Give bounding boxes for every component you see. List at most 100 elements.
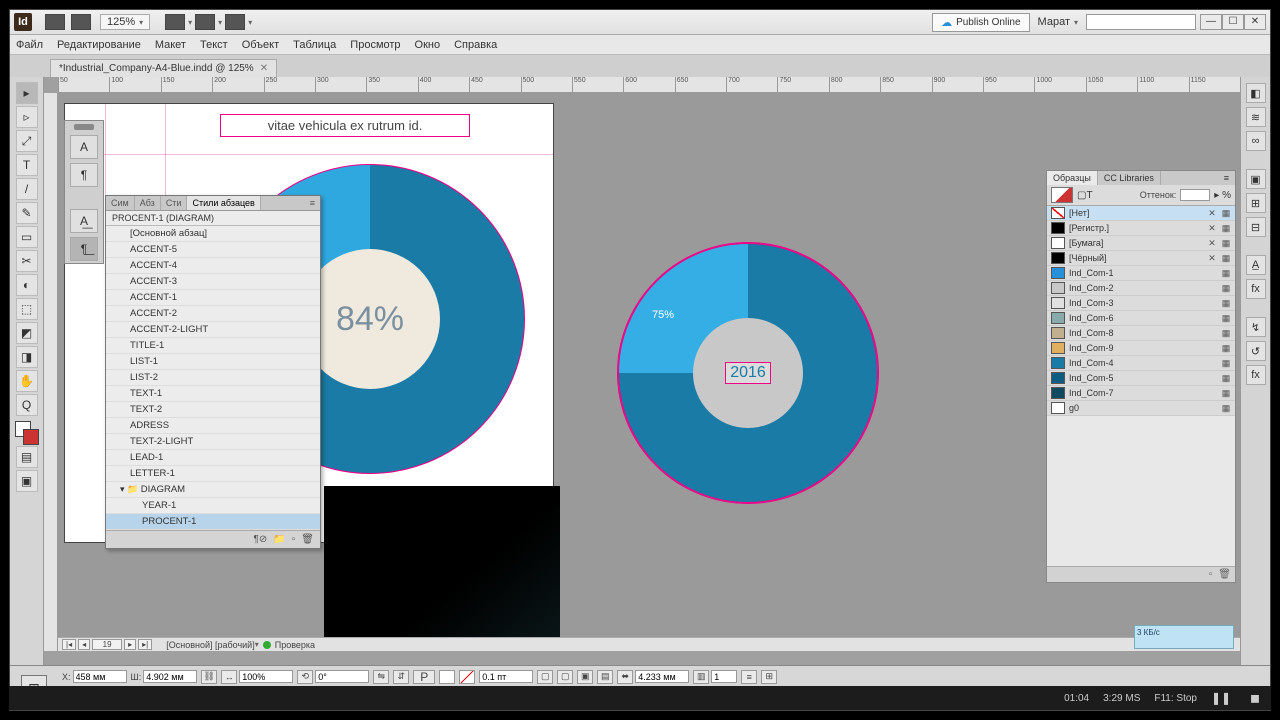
donut-center-label[interactable]: 2016	[693, 318, 803, 428]
w-field[interactable]	[143, 670, 197, 683]
image-frame[interactable]	[324, 486, 560, 641]
paragraph-style-item[interactable]: LEAD-1	[106, 450, 320, 466]
paragraph-style-item[interactable]: TEXT-2	[106, 402, 320, 418]
rectangle-frame-tool[interactable]: ▭	[16, 226, 38, 248]
pathfinder-panel-icon[interactable]: ↯	[1246, 317, 1266, 337]
gap-field[interactable]	[635, 670, 689, 683]
stop-icon[interactable]: ◼	[1245, 691, 1265, 705]
hand-tool[interactable]: ✋	[16, 370, 38, 392]
text-wrap-icon[interactable]: ▤	[597, 670, 613, 684]
menu-file[interactable]: Файл	[16, 39, 43, 51]
paragraph-style-item[interactable]: TEXT-1	[106, 386, 320, 402]
page-number-field[interactable]: 19	[92, 639, 122, 650]
paragraph-style-item[interactable]: PROCENT-1	[106, 514, 320, 530]
publish-online-button[interactable]: ☁Publish Online	[932, 13, 1029, 32]
new-style-icon[interactable]: ▫	[292, 534, 296, 545]
swatch-row[interactable]: Ind_Com-1▦	[1047, 266, 1235, 281]
screen-mode-icon[interactable]	[195, 14, 215, 30]
apply-color-icon[interactable]: ▤	[16, 446, 38, 468]
swatch-row[interactable]: Ind_Com-5▦	[1047, 371, 1235, 386]
paragraph-style-item[interactable]: ACCENT-1	[106, 290, 320, 306]
page-navigator[interactable]: |◂ ◂ 19 ▸ ▸|	[58, 639, 156, 650]
square-icon[interactable]: ▣	[577, 670, 593, 684]
menu-window[interactable]: Окно	[415, 39, 441, 51]
paragraph-style-item[interactable]: DIAGRAM	[106, 482, 320, 498]
percent-label[interactable]: 75%	[648, 308, 678, 322]
first-page-icon[interactable]: |◂	[62, 639, 76, 650]
char-styles-panel-icon[interactable]: A̲	[1246, 255, 1266, 275]
square-icon[interactable]: ▢	[537, 670, 553, 684]
links-panel-icon[interactable]: ∞	[1246, 131, 1266, 151]
flip-v-icon[interactable]: ⇵	[393, 670, 409, 684]
menu-type[interactable]: Текст	[200, 39, 228, 51]
zoom-tool[interactable]: Q	[16, 394, 38, 416]
menu-bar[interactable]: Файл Редактирование Макет Текст Объект Т…	[10, 35, 1270, 55]
menu-object[interactable]: Объект	[242, 39, 279, 51]
swatch-row[interactable]: [Чёрный]✕▦	[1047, 251, 1235, 266]
preflight-status-icon[interactable]	[263, 641, 271, 649]
paragraph-style-item[interactable]: LETTER-1	[106, 466, 320, 482]
paragraph-panel-icon[interactable]: ¶	[70, 163, 98, 187]
stroke-weight-field[interactable]	[479, 670, 533, 683]
stock-icon[interactable]	[71, 14, 91, 30]
rectangle-tool[interactable]: ⬚	[16, 298, 38, 320]
paragraph-style-item[interactable]: YEAR-1	[106, 498, 320, 514]
swatches-panel[interactable]: Образцы CC Libraries ≡ ▢T Оттенок: ▸ % […	[1046, 170, 1236, 583]
gradient-tool[interactable]: ◐	[16, 274, 38, 296]
free-transform-tool[interactable]: ◩	[16, 322, 38, 344]
swatches-panel-icon[interactable]: ⊟	[1246, 217, 1266, 237]
paragraph-style-item[interactable]: ACCENT-5	[106, 242, 320, 258]
formatting-text-icon[interactable]: ▢T	[1077, 190, 1093, 201]
paragraph-style-item[interactable]: ADRESS	[106, 418, 320, 434]
color-panel-icon[interactable]: ⊞	[1246, 193, 1266, 213]
screen-mode-tool[interactable]: ▣	[16, 470, 38, 492]
swatch-row[interactable]: Ind_Com-3▦	[1047, 296, 1235, 311]
zoom-level-dropdown[interactable]: 125%▾	[100, 14, 150, 30]
view-options-icon[interactable]	[165, 14, 185, 30]
paragraph-style-item[interactable]: TITLE-1	[106, 338, 320, 354]
tab-cc-libraries[interactable]: CC Libraries	[1098, 171, 1161, 185]
swatch-row[interactable]: [Нет]✕▦	[1047, 206, 1235, 221]
menu-table[interactable]: Таблица	[293, 39, 336, 51]
tab-swatches[interactable]: Образцы	[1047, 171, 1098, 185]
swatch-row[interactable]: [Бумага]✕▦	[1047, 236, 1235, 251]
swatch-row[interactable]: Ind_Com-6▦	[1047, 311, 1235, 326]
character-styles-icon[interactable]: A͟	[70, 209, 98, 233]
paragraph-style-item[interactable]: ACCENT-2	[106, 306, 320, 322]
rotate-field[interactable]	[315, 670, 369, 683]
paragraph-style-item[interactable]: ACCENT-2-LIGHT	[106, 322, 320, 338]
distribute-icon[interactable]: ⊞	[761, 670, 777, 684]
paragraph-style-item[interactable]: LIST-2	[106, 370, 320, 386]
window-close-button[interactable]: ✕	[1244, 14, 1266, 30]
scissors-tool[interactable]: ✂	[16, 250, 38, 272]
master-label[interactable]: [Основной] [рабочий]	[166, 640, 254, 650]
eyedropper-tool[interactable]: ◨	[16, 346, 38, 368]
text-frame[interactable]: vitae vehicula ex rutrum id.	[220, 114, 470, 137]
close-icon[interactable]: ✕	[260, 63, 268, 74]
clear-overrides-icon[interactable]: ¶⊘	[254, 534, 268, 545]
stroke-proxy-icon[interactable]	[459, 670, 475, 684]
tab-char[interactable]: Сим	[106, 196, 135, 210]
swatch-row[interactable]: Ind_Com-4▦	[1047, 356, 1235, 371]
fx-panel-icon[interactable]: fx	[1246, 365, 1266, 385]
panel-menu-icon[interactable]: ≡	[1218, 171, 1235, 185]
x-field[interactable]	[73, 670, 127, 683]
bridge-icon[interactable]	[45, 14, 65, 30]
type-tool[interactable]: T	[16, 154, 38, 176]
paragraph-styles-panel[interactable]: Сим Абз Сти Стили абзацев ≡ PROCENT-1 (D…	[105, 195, 321, 549]
swatch-row[interactable]: Ind_Com-7▦	[1047, 386, 1235, 401]
align-panel-icon[interactable]: ↺	[1246, 341, 1266, 361]
new-group-icon[interactable]: 📁	[273, 534, 285, 545]
page-tool[interactable]: ⤢	[16, 130, 38, 152]
square-icon[interactable]: ▢	[557, 670, 573, 684]
fill-stroke-proxy[interactable]	[1051, 187, 1073, 203]
menu-edit[interactable]: Редактирование	[57, 39, 141, 51]
paragraph-style-item[interactable]: ACCENT-3	[106, 274, 320, 290]
effects-panel-icon[interactable]: fx	[1246, 279, 1266, 299]
line-tool[interactable]: /	[16, 178, 38, 200]
selection-tool[interactable]: ▸	[16, 82, 38, 104]
fill-stroke-swatch[interactable]	[15, 421, 39, 445]
document-tab[interactable]: *Industrial_Company-A4-Blue.indd @ 125% …	[50, 59, 277, 77]
next-page-icon[interactable]: ▸	[124, 639, 136, 650]
layers-panel-icon[interactable]: ≋	[1246, 107, 1266, 127]
